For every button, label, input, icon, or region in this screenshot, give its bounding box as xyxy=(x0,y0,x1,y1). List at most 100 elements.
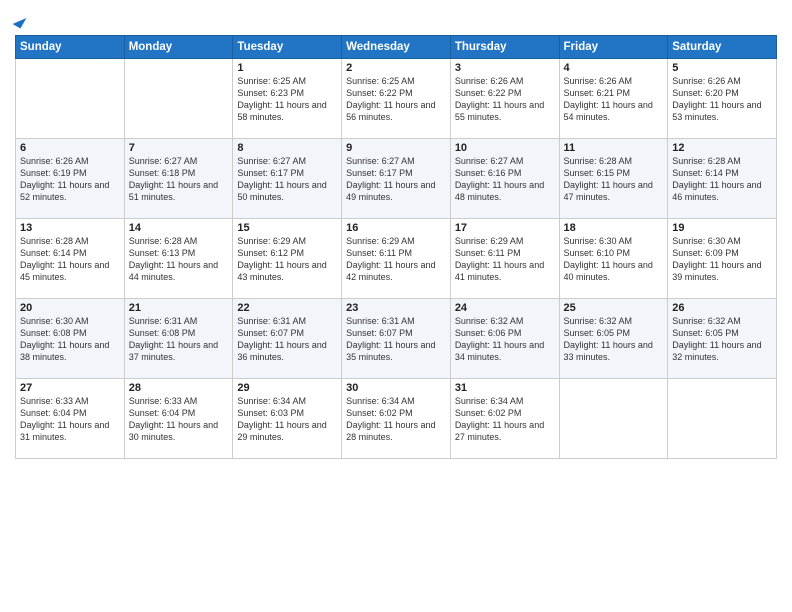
day-info: Sunrise: 6:28 AM Sunset: 6:14 PM Dayligh… xyxy=(20,235,120,284)
calendar-cell xyxy=(16,59,125,139)
calendar-week-row: 6Sunrise: 6:26 AM Sunset: 6:19 PM Daylig… xyxy=(16,139,777,219)
day-number: 9 xyxy=(346,142,446,154)
day-info: Sunrise: 6:27 AM Sunset: 6:17 PM Dayligh… xyxy=(237,155,337,204)
calendar-cell: 5Sunrise: 6:26 AM Sunset: 6:20 PM Daylig… xyxy=(668,59,777,139)
calendar-cell: 2Sunrise: 6:25 AM Sunset: 6:22 PM Daylig… xyxy=(342,59,451,139)
calendar-header-sunday: Sunday xyxy=(16,36,125,59)
day-number: 27 xyxy=(20,382,120,394)
day-number: 28 xyxy=(129,382,229,394)
calendar-cell: 28Sunrise: 6:33 AM Sunset: 6:04 PM Dayli… xyxy=(124,379,233,459)
day-info: Sunrise: 6:29 AM Sunset: 6:12 PM Dayligh… xyxy=(237,235,337,284)
day-info: Sunrise: 6:29 AM Sunset: 6:11 PM Dayligh… xyxy=(346,235,446,284)
day-number: 21 xyxy=(129,302,229,314)
day-info: Sunrise: 6:26 AM Sunset: 6:21 PM Dayligh… xyxy=(564,75,664,124)
day-info: Sunrise: 6:26 AM Sunset: 6:19 PM Dayligh… xyxy=(20,155,120,204)
day-info: Sunrise: 6:29 AM Sunset: 6:11 PM Dayligh… xyxy=(455,235,555,284)
calendar-cell: 19Sunrise: 6:30 AM Sunset: 6:09 PM Dayli… xyxy=(668,219,777,299)
calendar-cell xyxy=(124,59,233,139)
day-number: 31 xyxy=(455,382,555,394)
day-info: Sunrise: 6:33 AM Sunset: 6:04 PM Dayligh… xyxy=(20,395,120,444)
page: General Blue SundayMondayTuesdayWednesda… xyxy=(0,0,792,612)
day-info: Sunrise: 6:33 AM Sunset: 6:04 PM Dayligh… xyxy=(129,395,229,444)
day-info: Sunrise: 6:26 AM Sunset: 6:22 PM Dayligh… xyxy=(455,75,555,124)
calendar-cell: 26Sunrise: 6:32 AM Sunset: 6:05 PM Dayli… xyxy=(668,299,777,379)
calendar-cell: 12Sunrise: 6:28 AM Sunset: 6:14 PM Dayli… xyxy=(668,139,777,219)
day-number: 8 xyxy=(237,142,337,154)
day-number: 16 xyxy=(346,222,446,234)
calendar-cell: 4Sunrise: 6:26 AM Sunset: 6:21 PM Daylig… xyxy=(559,59,668,139)
day-number: 25 xyxy=(564,302,664,314)
day-number: 10 xyxy=(455,142,555,154)
day-info: Sunrise: 6:25 AM Sunset: 6:23 PM Dayligh… xyxy=(237,75,337,124)
day-number: 1 xyxy=(237,62,337,74)
calendar-header-saturday: Saturday xyxy=(668,36,777,59)
day-number: 29 xyxy=(237,382,337,394)
calendar-cell: 23Sunrise: 6:31 AM Sunset: 6:07 PM Dayli… xyxy=(342,299,451,379)
calendar-cell: 30Sunrise: 6:34 AM Sunset: 6:02 PM Dayli… xyxy=(342,379,451,459)
calendar-header-thursday: Thursday xyxy=(450,36,559,59)
day-number: 12 xyxy=(672,142,772,154)
calendar-cell: 7Sunrise: 6:27 AM Sunset: 6:18 PM Daylig… xyxy=(124,139,233,219)
calendar-cell: 8Sunrise: 6:27 AM Sunset: 6:17 PM Daylig… xyxy=(233,139,342,219)
day-info: Sunrise: 6:27 AM Sunset: 6:16 PM Dayligh… xyxy=(455,155,555,204)
day-number: 23 xyxy=(346,302,446,314)
day-info: Sunrise: 6:31 AM Sunset: 6:08 PM Dayligh… xyxy=(129,315,229,364)
calendar-cell xyxy=(559,379,668,459)
day-info: Sunrise: 6:27 AM Sunset: 6:18 PM Dayligh… xyxy=(129,155,229,204)
calendar-cell: 21Sunrise: 6:31 AM Sunset: 6:08 PM Dayli… xyxy=(124,299,233,379)
day-info: Sunrise: 6:34 AM Sunset: 6:02 PM Dayligh… xyxy=(455,395,555,444)
day-number: 3 xyxy=(455,62,555,74)
day-number: 20 xyxy=(20,302,120,314)
calendar-cell: 27Sunrise: 6:33 AM Sunset: 6:04 PM Dayli… xyxy=(16,379,125,459)
calendar-header-monday: Monday xyxy=(124,36,233,59)
calendar-week-row: 1Sunrise: 6:25 AM Sunset: 6:23 PM Daylig… xyxy=(16,59,777,139)
day-number: 15 xyxy=(237,222,337,234)
calendar-cell: 9Sunrise: 6:27 AM Sunset: 6:17 PM Daylig… xyxy=(342,139,451,219)
day-number: 6 xyxy=(20,142,120,154)
logo: General Blue xyxy=(15,10,33,27)
calendar-cell: 11Sunrise: 6:28 AM Sunset: 6:15 PM Dayli… xyxy=(559,139,668,219)
day-info: Sunrise: 6:28 AM Sunset: 6:13 PM Dayligh… xyxy=(129,235,229,284)
calendar-cell: 16Sunrise: 6:29 AM Sunset: 6:11 PM Dayli… xyxy=(342,219,451,299)
day-info: Sunrise: 6:26 AM Sunset: 6:20 PM Dayligh… xyxy=(672,75,772,124)
day-number: 13 xyxy=(20,222,120,234)
day-number: 14 xyxy=(129,222,229,234)
calendar-cell: 1Sunrise: 6:25 AM Sunset: 6:23 PM Daylig… xyxy=(233,59,342,139)
day-info: Sunrise: 6:31 AM Sunset: 6:07 PM Dayligh… xyxy=(346,315,446,364)
calendar-week-row: 20Sunrise: 6:30 AM Sunset: 6:08 PM Dayli… xyxy=(16,299,777,379)
calendar-week-row: 13Sunrise: 6:28 AM Sunset: 6:14 PM Dayli… xyxy=(16,219,777,299)
calendar-header-friday: Friday xyxy=(559,36,668,59)
day-number: 19 xyxy=(672,222,772,234)
calendar-table: SundayMondayTuesdayWednesdayThursdayFrid… xyxy=(15,35,777,459)
day-number: 22 xyxy=(237,302,337,314)
calendar-week-row: 27Sunrise: 6:33 AM Sunset: 6:04 PM Dayli… xyxy=(16,379,777,459)
day-number: 11 xyxy=(564,142,664,154)
day-info: Sunrise: 6:32 AM Sunset: 6:06 PM Dayligh… xyxy=(455,315,555,364)
calendar-cell: 3Sunrise: 6:26 AM Sunset: 6:22 PM Daylig… xyxy=(450,59,559,139)
calendar-cell: 18Sunrise: 6:30 AM Sunset: 6:10 PM Dayli… xyxy=(559,219,668,299)
day-number: 4 xyxy=(564,62,664,74)
calendar-cell: 22Sunrise: 6:31 AM Sunset: 6:07 PM Dayli… xyxy=(233,299,342,379)
day-number: 17 xyxy=(455,222,555,234)
day-number: 7 xyxy=(129,142,229,154)
calendar-cell: 20Sunrise: 6:30 AM Sunset: 6:08 PM Dayli… xyxy=(16,299,125,379)
day-info: Sunrise: 6:30 AM Sunset: 6:09 PM Dayligh… xyxy=(672,235,772,284)
day-info: Sunrise: 6:27 AM Sunset: 6:17 PM Dayligh… xyxy=(346,155,446,204)
calendar-cell: 17Sunrise: 6:29 AM Sunset: 6:11 PM Dayli… xyxy=(450,219,559,299)
calendar-cell: 31Sunrise: 6:34 AM Sunset: 6:02 PM Dayli… xyxy=(450,379,559,459)
calendar-cell: 6Sunrise: 6:26 AM Sunset: 6:19 PM Daylig… xyxy=(16,139,125,219)
calendar-cell: 29Sunrise: 6:34 AM Sunset: 6:03 PM Dayli… xyxy=(233,379,342,459)
header: General Blue xyxy=(15,10,777,27)
calendar-header-tuesday: Tuesday xyxy=(233,36,342,59)
day-info: Sunrise: 6:32 AM Sunset: 6:05 PM Dayligh… xyxy=(564,315,664,364)
calendar-header-row: SundayMondayTuesdayWednesdayThursdayFrid… xyxy=(16,36,777,59)
day-info: Sunrise: 6:30 AM Sunset: 6:08 PM Dayligh… xyxy=(20,315,120,364)
day-number: 30 xyxy=(346,382,446,394)
day-info: Sunrise: 6:25 AM Sunset: 6:22 PM Dayligh… xyxy=(346,75,446,124)
day-info: Sunrise: 6:30 AM Sunset: 6:10 PM Dayligh… xyxy=(564,235,664,284)
calendar-cell: 15Sunrise: 6:29 AM Sunset: 6:12 PM Dayli… xyxy=(233,219,342,299)
day-number: 2 xyxy=(346,62,446,74)
calendar-cell xyxy=(668,379,777,459)
day-number: 5 xyxy=(672,62,772,74)
day-number: 18 xyxy=(564,222,664,234)
